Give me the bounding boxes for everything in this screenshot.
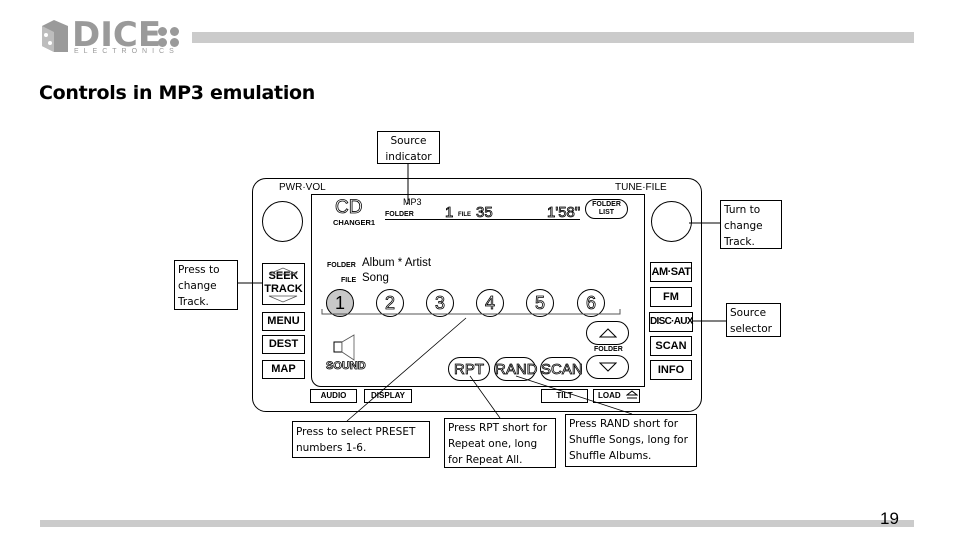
arrow-down-icon [598,362,617,372]
changer-label: CHANGER1 [333,218,376,227]
am-sat-button[interactable]: AM·SAT [650,262,692,282]
callout-line: for Repeat All. [448,454,523,466]
folder-nav-label: FOLDER [594,346,623,353]
logo-subtitle: ELECTRONICS [74,48,179,55]
page-title: Controls in MP3 emulation [39,82,316,104]
tune-file-knob[interactable] [651,201,692,242]
callout-source-selector: Source selector [726,303,781,337]
callout-rpt: Press RPT short for Repeat one, long for… [444,418,556,468]
tilt-button[interactable]: TILT [541,389,588,403]
folder-list-line1: FOLDER [592,201,621,208]
callout-line: change [178,280,217,292]
folder-label: FOLDER [385,211,414,218]
rpt-button[interactable]: RPT [448,357,490,381]
callout-rand: Press RAND short for Shuffle Songs, long… [565,414,697,467]
source-cd: CD [335,197,363,219]
info-folder-value: Album * Artist [362,257,432,269]
mode-indicator: MP3 [403,197,422,207]
dice-logo-icon [42,20,68,52]
info-button[interactable]: INFO [650,360,692,380]
page-number: 19 [880,509,899,528]
map-button[interactable]: MAP [262,360,305,379]
seek-track-button[interactable]: SEEK TRACK [262,263,305,305]
folder-down-button[interactable] [586,355,629,379]
callout-line: Shuffle Albums. [569,450,652,462]
arrow-up-icon [598,328,617,338]
pwr-vol-label: PWR·VOL [279,182,326,193]
preset-1-button[interactable]: 1 [326,289,354,317]
dest-button[interactable]: DEST [262,335,305,354]
callout-line: Press to select PRESET [296,426,416,438]
scan-button[interactable]: SCAN [650,336,692,356]
folder-up-button[interactable] [586,321,629,345]
pwr-vol-knob[interactable] [262,201,303,242]
callout-line: Repeat one, long [448,438,538,450]
eject-icon [625,390,639,399]
display-button[interactable]: DISPLAY [364,389,412,403]
preset-2-button[interactable]: 2 [376,289,404,317]
callout-line: Source [390,135,427,147]
callout-line: Press RPT short for [448,422,548,434]
header-rule [192,32,914,43]
callout-turn-change-track: Turn to change Track. [720,200,782,249]
info-file-label: FILE [341,277,357,284]
callout-line: selector [730,323,772,335]
callout-source-indicator: Source indicator [377,131,440,164]
callout-preset: Press to select PRESET numbers 1-6. [292,421,430,458]
callout-line: Track. [724,236,755,248]
logo-wordmark: DICE [72,15,162,55]
callout-line: change [724,220,763,232]
speaker-icon [333,334,355,361]
load-button[interactable]: LOAD [593,389,640,403]
preset-5-button[interactable]: 5 [526,289,554,317]
fm-button[interactable]: FM [650,287,692,307]
seek-label: SEEK [268,270,299,282]
disc-aux-button[interactable]: DISC·AUX [649,312,693,332]
callout-line: Source [730,307,767,319]
logo-dots-icon [158,27,182,47]
rand-button[interactable]: RAND [494,357,538,381]
status-underline [385,219,580,220]
preset-4-button[interactable]: 4 [476,289,504,317]
callout-line: Track. [178,296,209,308]
audio-button[interactable]: AUDIO [310,389,357,403]
tune-file-label: TUNE·FILE [615,182,667,193]
menu-button[interactable]: MENU [262,312,305,331]
preset-6-button[interactable]: 6 [577,289,605,317]
callout-line: indicator [385,151,432,163]
info-file-value: Song [362,272,389,284]
file-label: FILE [458,212,471,218]
info-folder-label: FOLDER [327,262,356,269]
scan-pill-button[interactable]: SCAN [540,357,583,381]
folder-list-line2: LIST [598,209,615,216]
preset-3-button[interactable]: 3 [426,289,454,317]
callout-line: Turn to [724,204,761,216]
callout-line: Shuffle Songs, long for [569,434,688,446]
sound-button[interactable]: SOUND [326,360,367,373]
folder-list-button[interactable]: FOLDER LIST [585,199,628,219]
callout-line: Press RAND short for [569,418,679,430]
callout-line: numbers 1-6. [296,442,367,454]
track-label: TRACK [264,283,303,295]
footer-rule [40,520,914,527]
callout-press-change-track: Press to change Track. [174,260,238,310]
callout-line: Press to [178,264,220,276]
load-label: LOAD [598,391,621,400]
